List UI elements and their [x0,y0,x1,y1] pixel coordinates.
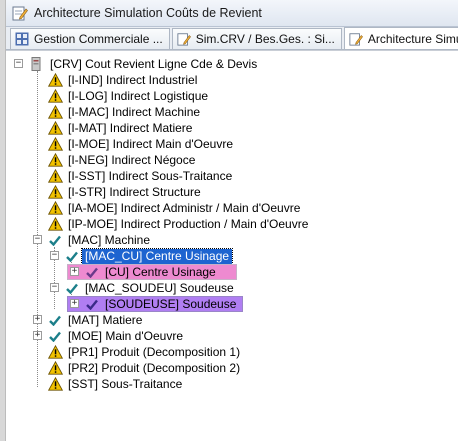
warning-icon [47,200,63,216]
tree-node-label-selected: [MAC_CU] Centre Usinage [80,247,234,265]
tree-node-machine[interactable]: − [MAC] Machine [33,232,153,248]
tab-gestion-commerciale[interactable]: Gestion Commerciale ... [10,28,170,49]
tab-architecture-simul[interactable]: Architecture Simul [343,27,458,49]
tree-node-label: [I-SST] Indirect Sous-Traitance [68,168,233,183]
tree-node[interactable]: [PR1] Produit (Decomposition 1) [47,344,243,360]
tree-node-label: [I-NEG] Indirect Négoce [68,152,196,167]
warning-icon [47,216,63,232]
tree-node[interactable]: [I-LOG] Indirect Logistique [47,88,211,104]
warning-icon [47,120,63,136]
tree-node-label: [MAC] Machine [68,232,151,247]
collapse-icon[interactable]: − [50,251,59,260]
tab-label: Gestion Commerciale ... [34,32,163,46]
warning-icon [47,88,63,104]
collapse-icon[interactable]: − [14,59,23,68]
tree-node[interactable]: [IP-MOE] Indirect Production / Main d'Oe… [47,216,311,232]
tree-node[interactable]: [I-MOE] Indirect Main d'Oeuvre [47,136,236,152]
tree-node-label: [CRV] Cout Revient Ligne Cde & Devis [50,56,258,71]
edit-icon [349,32,363,46]
tree-node-label: [I-MOE] Indirect Main d'Oeuvre [68,136,234,151]
tab-label: Architecture Simul [367,31,458,46]
tree-node-label: [SST] Sous-Traitance [68,376,183,391]
expand-icon[interactable]: + [70,299,79,308]
warning-icon [47,184,63,200]
tab-sim-crv[interactable]: Sim.CRV / Bes.Ges. : Si... [171,28,342,49]
tree-node-label: [I-IND] Indirect Industriel [68,72,198,87]
tree-node-label: [I-MAT] Indirect Matiere [68,120,193,135]
tree-node-label: [SOUDEUSE] Soudeuse [105,296,237,311]
tab-label: Sim.CRV / Bes.Ges. : Si... [195,32,335,46]
tree-node[interactable]: [I-MAT] Indirect Matiere [47,120,195,136]
warning-icon [47,376,63,392]
tree-node-label: [IP-MOE] Indirect Production / Main d'Oe… [68,216,309,231]
tree-root[interactable]: − [CRV] Cout Revient Ligne Cde & Devis [14,56,260,72]
tree-node[interactable]: [SST] Sous-Traitance [47,376,185,392]
collapse-icon[interactable]: − [50,283,59,292]
tree-node[interactable]: [IA-MOE] Indirect Administr / Main d'Oeu… [47,200,303,216]
check-icon [47,232,63,248]
document-icon [29,56,45,72]
tree-node-label: [MAC_SOUDEU] Soudeuse [85,280,234,295]
expand-icon[interactable]: + [70,267,79,276]
warning-icon [47,104,63,120]
warning-icon [47,136,63,152]
tree-node-label: [PR2] Produit (Decomposition 2) [68,360,241,375]
warning-icon [47,168,63,184]
warning-icon [47,360,63,376]
tree-node-label: [MOE] Main d'Oeuvre [68,328,183,343]
warning-icon [47,72,63,88]
tree-node-main-oeuvre[interactable]: + [MOE] Main d'Oeuvre [33,328,186,344]
tree-node-soudeuse[interactable]: + [SOUDEUSE] Soudeuse [67,296,243,312]
expand-icon[interactable]: + [33,331,42,340]
architecture-tree[interactable]: − [CRV] Cout Revient Ligne Cde & Devis [… [6,50,458,441]
check-icon [64,280,80,296]
warning-icon [47,152,63,168]
tree-node-label: [I-MAC] Indirect Machine [68,104,201,119]
check-icon [64,248,80,264]
tree-node-mac-soudeu[interactable]: − [MAC_SOUDEU] Soudeuse [50,280,237,296]
tree-node[interactable]: [I-IND] Indirect Industriel [47,72,200,88]
check-icon [47,328,63,344]
tree-node[interactable]: [I-STR] Indirect Structure [47,184,204,200]
tree-node[interactable]: [PR2] Produit (Decomposition 2) [47,360,243,376]
window-titlebar: Architecture Simulation Coûts de Revient [6,0,458,27]
grid-icon [15,32,29,46]
edit-icon [177,32,191,46]
tree-node[interactable]: [I-NEG] Indirect Négoce [47,152,198,168]
tree-node-mac-cu[interactable]: − [MAC_CU] Centre Usinage [50,247,234,265]
tree-node-label: [MAT] Matiere [68,312,143,327]
warning-icon [47,344,63,360]
collapse-icon[interactable]: − [33,235,42,244]
tree-node-matiere[interactable]: + [MAT] Matiere [33,312,145,328]
check-icon [84,264,100,280]
tree-node-label: [I-LOG] Indirect Logistique [68,88,209,103]
tree-node[interactable]: [I-SST] Indirect Sous-Traitance [47,168,235,184]
tree-node[interactable]: [I-MAC] Indirect Machine [47,104,203,120]
tree-node-label: [PR1] Produit (Decomposition 1) [68,344,241,359]
document-tabbar: Gestion Commerciale ... Sim.CRV / Bes.Ge… [6,27,458,50]
tree-node-label: [I-STR] Indirect Structure [68,184,201,199]
check-icon [47,312,63,328]
tree-node-label: [IA-MOE] Indirect Administr / Main d'Oeu… [68,200,301,215]
check-icon [84,296,100,312]
tree-node-label: [CU] Centre Usinage [105,264,216,279]
expand-icon[interactable]: + [33,315,42,324]
tree-node-cu[interactable]: + [CU] Centre Usinage [67,264,237,280]
window-title: Architecture Simulation Coûts de Revient [34,6,262,20]
app-edit-icon [12,5,28,21]
